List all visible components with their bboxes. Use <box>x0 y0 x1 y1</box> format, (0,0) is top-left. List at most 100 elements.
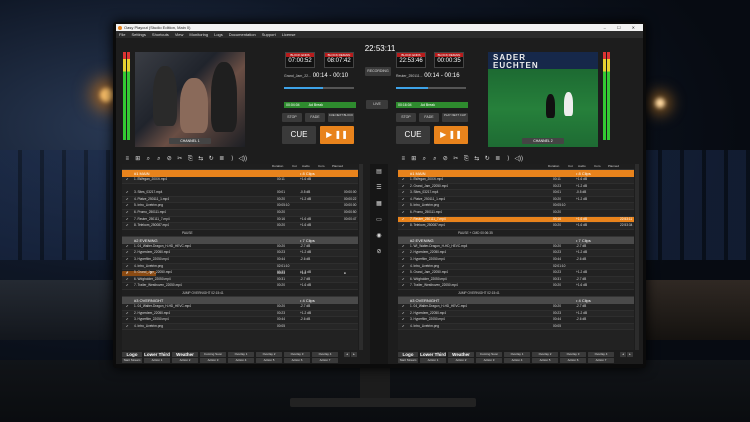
row-check-icon[interactable]: ✔ <box>126 203 129 209</box>
live-button[interactable]: LIVE <box>366 100 388 109</box>
table-row[interactable]: ✔ 7. Trailer_Westhoven_22050.mp4 00:20 +1.6… <box>122 283 358 290</box>
shortcut-button[interactable]: Action 3 <box>476 358 502 363</box>
menu-item-support[interactable]: Support <box>262 32 276 37</box>
fade-button[interactable]: FADE <box>305 113 325 122</box>
row-check-icon[interactable]: ✔ <box>126 277 129 283</box>
shortcut-button[interactable]: Coming Soon <box>476 352 502 357</box>
toolbar-icon[interactable]: ↻ <box>482 154 493 164</box>
toolbar-icon[interactable]: ≡ <box>122 154 133 164</box>
cue-button[interactable]: CUE <box>282 126 316 144</box>
row-check-icon[interactable]: ✔ <box>126 190 129 196</box>
row-check-icon[interactable]: ✔ <box>402 244 405 250</box>
shortcut-button[interactable]: Overlay 2 <box>532 352 558 357</box>
row-check-icon[interactable]: ✔ <box>402 257 405 263</box>
row-check-icon[interactable]: ✔ <box>402 177 405 183</box>
table-row[interactable]: ✔ 1. BWegan_20XXi.mp4 00:11 +1.6 dB <box>122 177 358 184</box>
toolbar-icon[interactable]: ⇆ <box>196 154 207 164</box>
table-row[interactable]: ✔ 3. Hyperfilm_22050.mp4 00:44 -2.6 dB <box>122 257 358 264</box>
table-row[interactable]: ✔ 1. 04_Walter-Dragon_H-HD_HEVC.mp4 00:20 -… <box>122 244 358 251</box>
table-row[interactable]: ✔ 5. Grand_Jam_22050.mp4 00:23 +1.2 dB <box>398 270 634 277</box>
table-row[interactable]: ✔ 6. Wdgholder_22050.mp4 00:31 -2.7 dB <box>122 276 358 284</box>
shortcut-button[interactable]: Action 5 <box>256 358 282 363</box>
table-row[interactable]: ✔ 1. 04_Walter-Dragon_H-HD_HEVC.mp4 00:20 -… <box>398 304 634 311</box>
table-row[interactable]: ✔ 3. Hyperfilm_22050.mp4 00:44 -2.6 dB <box>398 257 634 264</box>
row-check-icon[interactable]: ✔ <box>126 270 129 276</box>
menu-item-logs[interactable]: Logs <box>214 32 223 37</box>
shortcut-button[interactable]: Lower Third <box>144 352 170 357</box>
table-row[interactable]: ✔ 3. Sites_03217.mp4 00:01 -0.5 dB 00:00:00 <box>122 190 358 197</box>
recording-button[interactable]: RECORDING <box>365 67 391 76</box>
playlist-group[interactable]: #3 OVERNIGHT • 4 Clips <box>122 295 358 304</box>
shortcut-button[interactable]: Logo <box>398 352 418 357</box>
toolbar-icon[interactable]: ⎘ <box>461 154 472 164</box>
row-check-icon[interactable]: ✔ <box>126 311 129 317</box>
shortcut-button[interactable]: Weather <box>172 352 198 357</box>
menu-item-license[interactable]: License <box>282 32 296 37</box>
row-check-icon[interactable]: ✔ <box>126 304 129 310</box>
table-row[interactable]: ✔ 4. Platze_250111_1.mp4 00:20 +1.2 dB <box>398 197 634 204</box>
table-row[interactable]: ✔ 6. Wdgholder_22050.mp4 00:31 -2.7 dB <box>398 276 634 284</box>
toolbar-icon[interactable]: ◁)) <box>514 154 525 164</box>
row-check-icon[interactable]: ✔ <box>126 177 129 183</box>
table-row[interactable]: ✔ 3. Hyperfilm_22050.mp4 00:44 -2.6 dB <box>122 317 358 324</box>
menu-item-monitoring[interactable]: Monitoring <box>189 32 208 37</box>
row-check-icon[interactable]: ✔ <box>126 283 129 289</box>
shortcut-button[interactable]: Action 2 <box>172 358 198 363</box>
row-check-icon[interactable]: ✔ <box>402 250 405 256</box>
table-row[interactable]: ✔ 4. Intro_Livetrim.png 02:01:10 <box>398 263 634 271</box>
toolbar-icon[interactable]: ⌕ <box>419 154 430 164</box>
table-row[interactable]: ✔ 8. Telekom_250087.mp4 00:20 +1.6 dB 22:53:… <box>398 223 634 230</box>
table-row[interactable]: ✔ 1. WI_Walter-Dragon_H-HD_HEVC.mp4 00:20 -… <box>398 244 634 251</box>
table-row[interactable]: ✔ 1. BWegan_20XXi.mp4 00:11 +1.6 dB <box>398 177 634 184</box>
table-row[interactable]: ✔ 2. Hyperdem_22050.mp4 00:23 +1.2 dB <box>398 250 634 257</box>
table-row[interactable]: ✔ 4. Intro_Livetrim.png 02:01:10 <box>122 263 358 271</box>
table-row[interactable]: ✔ 2. Hyperdem_22050.mp4 00:23 +1.2 dB <box>122 250 358 257</box>
row-check-icon[interactable]: ✔ <box>402 317 405 323</box>
play-next-clip-button[interactable]: PLAY NEXT CLIP <box>442 113 468 122</box>
playlist-group[interactable]: #1 MAIN • 8 Clips <box>122 169 358 177</box>
menu-item-documentation[interactable]: Documentation <box>229 32 256 37</box>
table-row[interactable]: ✔ 3. Sites_03217.mp4 00:01 -0.5 dB <box>398 190 634 197</box>
center-tool-icon[interactable]: ◉ <box>370 228 388 244</box>
row-check-icon[interactable]: ✔ <box>402 324 405 330</box>
toolbar-icon[interactable]: ≡ <box>398 154 409 164</box>
toolbar-icon[interactable]: ◁)) <box>238 154 249 164</box>
table-row[interactable]: ✔ 2. Hyperdem_22050.mp4 00:23 +1.2 dB <box>122 310 358 318</box>
playlist-group[interactable]: #1 MAIN • 8 Clips <box>398 169 634 177</box>
shortcut-button[interactable]: Overlay 3 <box>284 352 310 357</box>
shortcut-button[interactable]: Action 3 <box>200 358 226 363</box>
shortcut-button[interactable]: Lower Third <box>420 352 446 357</box>
pager-button[interactable]: ◂ <box>620 352 626 357</box>
shortcut-button[interactable]: Action 4 <box>504 358 530 363</box>
playlist-2-scrollbar[interactable] <box>635 164 639 350</box>
shortcut-button[interactable]: Overlay 4 <box>312 352 338 357</box>
menu-item-view[interactable]: View <box>175 32 184 37</box>
shortcut-button[interactable]: Action 4 <box>228 358 254 363</box>
shortcut-button[interactable]: Action 1 <box>144 358 170 363</box>
center-tool-icon[interactable]: ⊘ <box>370 244 388 260</box>
table-row[interactable]: ✔ 4. Intro_Livetrim.png 00:05 <box>398 323 634 331</box>
table-row[interactable]: ✔ 1. 04_Walter-Dragon_H-HD_HEVC.mp4 00:20 -… <box>122 304 358 311</box>
shortcut-button[interactable]: Overlay 4 <box>588 352 614 357</box>
toolbar-icon[interactable]: ⊘ <box>440 154 451 164</box>
playlist-1-scrollbar[interactable] <box>359 164 363 350</box>
shortcut-button[interactable]: Start Stream <box>398 358 418 363</box>
table-row[interactable]: ✔ 6. Promo_250111.mp4 00:20 00:00:50 <box>122 209 358 217</box>
shortcut-button[interactable]: Overlay 1 <box>504 352 530 357</box>
table-row[interactable]: ✔ 5. Intro_Livetrim.png 00:05:10 <box>398 203 634 210</box>
toolbar-icon[interactable]: ✂ <box>451 154 462 164</box>
table-row[interactable]: ✔ 2. Grand_Jam_22050.mp4 00:23 +1.2 dB <box>398 184 634 191</box>
toolbar-icon[interactable]: ≣ <box>493 154 504 164</box>
menu-item-settings[interactable]: Settings <box>131 32 145 37</box>
toolbar-icon[interactable]: ⌕ <box>154 154 165 164</box>
row-check-icon[interactable]: ✔ <box>126 257 129 263</box>
table-row[interactable]: ✔ 5. Grand_Jam_22050.mp4 00:23 +1.2 dB <box>122 270 358 277</box>
row-check-icon[interactable]: ✔ <box>402 210 405 216</box>
menu-item-shortcuts[interactable]: Shortcuts <box>152 32 169 37</box>
table-row[interactable]: ✔ 2. Hyperdem_22050.mp4 00:23 +1.2 dB <box>398 310 634 318</box>
row-check-icon[interactable]: ✔ <box>126 210 129 216</box>
center-tool-icon[interactable]: ▭ <box>370 212 388 228</box>
row-check-icon[interactable]: ✔ <box>402 190 405 196</box>
row-check-icon[interactable]: ✔ <box>126 217 129 223</box>
playlist-group[interactable]: #2 EVENING • 7 Clips <box>398 235 634 244</box>
